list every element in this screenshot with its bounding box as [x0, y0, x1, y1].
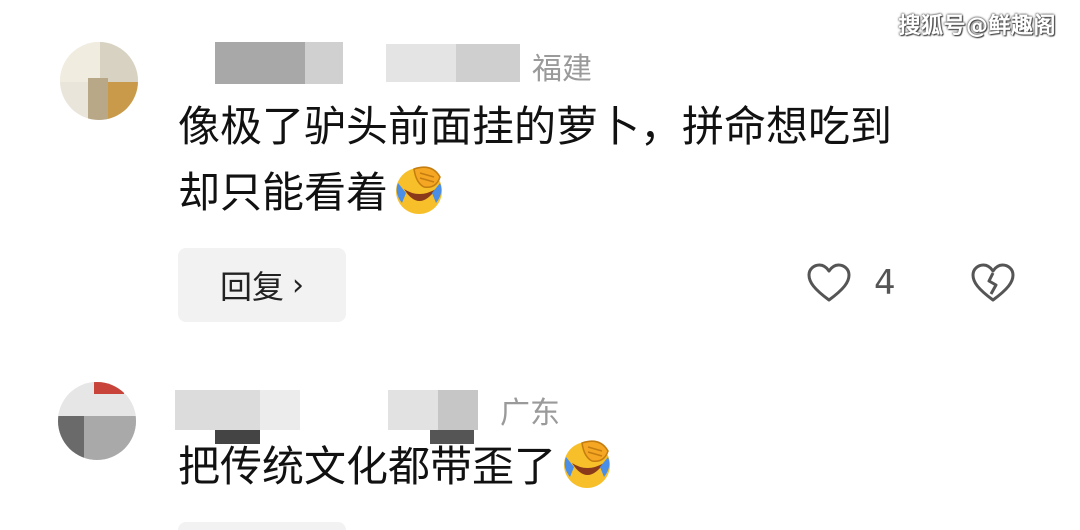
comment-text-2: 把传统文化都带歪了 [178, 434, 1008, 500]
reply-label: 回复 [219, 268, 284, 306]
watermark: 搜狐号@鲜趣阁 [898, 14, 1056, 39]
laughing-facepalm-emoji-icon-2 [564, 440, 611, 488]
comment-region-2: 广东 [500, 396, 560, 431]
avatar[interactable] [60, 42, 138, 120]
comment-text-line: 像极了驴头前面挂的萝卜，拼命想吃到 [178, 102, 893, 151]
reply-button-partial[interactable] [178, 522, 346, 530]
comment-text-line-3: 把传统文化都带歪了 [178, 434, 1008, 500]
comment-text: 像极了驴头前面挂的萝卜，拼命想吃到 却只能看着 [178, 94, 1008, 226]
comment-text-fragment: 却只能看着 [178, 168, 389, 217]
reply-button[interactable]: 回复 › [178, 248, 346, 322]
comment-text-fragment-2: 把传统文化都带歪了 [178, 442, 557, 491]
avatar-2[interactable] [58, 382, 136, 460]
comment-region: 福建 [532, 52, 592, 87]
chevron-right-icon: › [292, 267, 304, 303]
like-count: 4 [874, 263, 896, 303]
heart-outline-icon [807, 263, 851, 302]
broken-heart-icon [971, 263, 1015, 302]
like-button[interactable]: 4 [806, 262, 896, 304]
laughing-facepalm-emoji-icon [396, 166, 443, 214]
dislike-button[interactable] [970, 262, 1016, 308]
comment-text-line-2: 却只能看着 [178, 160, 1008, 226]
